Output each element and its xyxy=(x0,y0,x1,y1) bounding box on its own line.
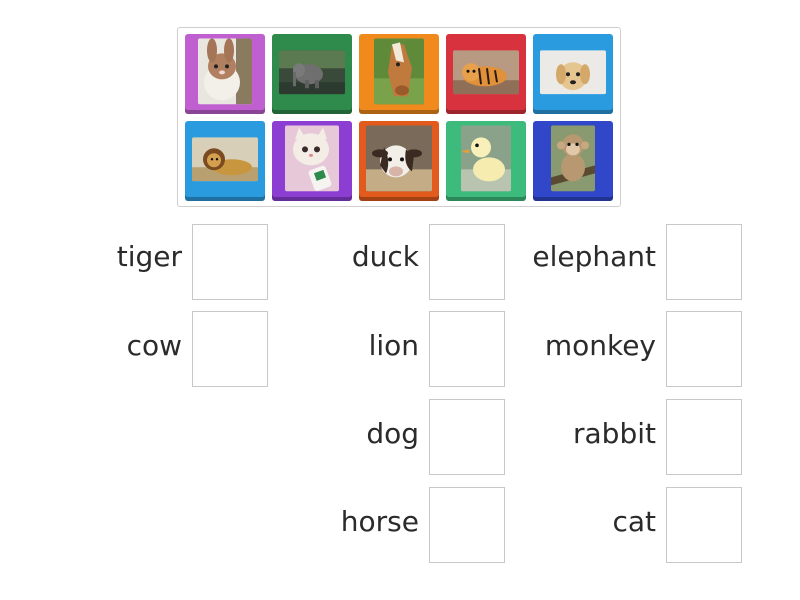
drop-box-lion[interactable] xyxy=(429,311,505,387)
tile-rabbit[interactable] xyxy=(185,34,265,114)
tile-elephant[interactable] xyxy=(272,34,352,114)
drop-box-cow[interactable] xyxy=(192,311,268,387)
tile-cat[interactable] xyxy=(272,121,352,201)
duck-photo-icon xyxy=(461,125,511,192)
word-label-lion: lion xyxy=(368,329,419,362)
drop-box-monkey[interactable] xyxy=(666,311,742,387)
lion-photo-icon xyxy=(192,137,258,182)
match-up-activity: tiger cow duck lion dog horse elephant m… xyxy=(0,0,800,600)
drop-box-rabbit[interactable] xyxy=(666,399,742,475)
word-label-tiger: tiger xyxy=(116,240,182,273)
word-label-duck: duck xyxy=(351,240,419,273)
word-label-elephant: elephant xyxy=(532,240,656,273)
word-label-cow: cow xyxy=(126,329,182,362)
tile-lion[interactable] xyxy=(185,121,265,201)
drop-box-cat[interactable] xyxy=(666,487,742,563)
image-tile-bank xyxy=(177,27,621,207)
tile-dog[interactable] xyxy=(533,34,613,114)
drop-box-horse[interactable] xyxy=(429,487,505,563)
horse-photo-icon xyxy=(374,38,424,105)
drop-box-elephant[interactable] xyxy=(666,224,742,300)
word-label-monkey: monkey xyxy=(544,329,656,362)
word-label-horse: horse xyxy=(340,505,419,538)
cow-photo-icon xyxy=(366,125,432,192)
word-label-dog: dog xyxy=(366,417,419,450)
tiger-photo-icon xyxy=(453,50,519,95)
drop-box-duck[interactable] xyxy=(429,224,505,300)
monkey-photo-icon xyxy=(551,125,595,192)
word-label-rabbit: rabbit xyxy=(573,417,656,450)
rabbit-photo-icon xyxy=(198,38,252,105)
tile-cow[interactable] xyxy=(359,121,439,201)
drop-box-dog[interactable] xyxy=(429,399,505,475)
tile-duck[interactable] xyxy=(446,121,526,201)
tile-horse[interactable] xyxy=(359,34,439,114)
dog-photo-icon xyxy=(540,50,606,95)
cat-photo-icon xyxy=(285,125,339,192)
drop-box-tiger[interactable] xyxy=(192,224,268,300)
tile-monkey[interactable] xyxy=(533,121,613,201)
tile-tiger[interactable] xyxy=(446,34,526,114)
elephant-photo-icon xyxy=(279,50,345,95)
word-label-cat: cat xyxy=(612,505,656,538)
